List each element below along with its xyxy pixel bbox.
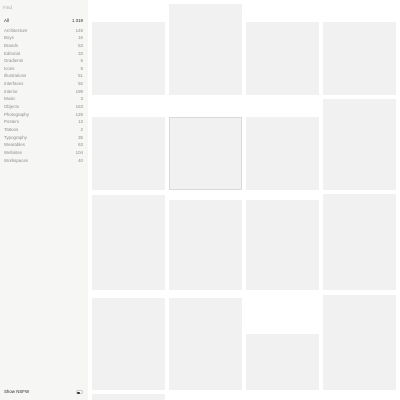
image-tile[interactable] <box>323 194 396 290</box>
image-tile[interactable] <box>169 117 242 190</box>
category-label: Typography <box>4 134 27 140</box>
image-tile[interactable] <box>92 195 165 290</box>
category-item-interior[interactable]: Interior 189 <box>0 88 88 96</box>
category-item-brands[interactable]: Brands 53 <box>0 42 88 50</box>
category-count: 3 <box>80 96 83 102</box>
image-tile[interactable] <box>323 295 396 390</box>
category-label: Illustrations <box>4 73 27 79</box>
nsfw-setting: Show NSFW <box>0 388 88 396</box>
category-label: Brands <box>4 42 18 48</box>
category-label: All <box>4 18 9 23</box>
category-count: 35 <box>78 134 83 140</box>
image-tile[interactable] <box>92 298 165 390</box>
image-tile[interactable] <box>169 4 242 95</box>
category-label: Interior <box>4 88 18 94</box>
category-label: Tattoos <box>4 126 19 132</box>
category-count: 63 <box>78 142 83 148</box>
category-label: Gradients <box>4 58 24 64</box>
image-tile[interactable] <box>246 22 319 95</box>
image-tile[interactable] <box>246 117 319 190</box>
category-item-boys[interactable]: Boys 16 <box>0 34 88 42</box>
category-label: Websites <box>4 149 22 155</box>
category-label: Objects <box>4 104 19 110</box>
category-item-typography[interactable]: Typography 35 <box>0 134 88 142</box>
image-tile[interactable] <box>323 22 396 95</box>
search-input[interactable] <box>3 2 83 12</box>
category-label: Music <box>4 96 16 102</box>
category-list: All 1 319 Architecture 148 Boys 16 Brand… <box>0 17 88 164</box>
nsfw-toggle[interactable] <box>76 390 83 395</box>
category-count: 13 <box>78 119 83 125</box>
category-count: 163 <box>75 104 83 110</box>
category-label: Photography <box>4 111 29 117</box>
category-label: Editorial <box>4 50 20 56</box>
image-grid <box>88 0 400 400</box>
nsfw-label: Show NSFW <box>4 389 30 394</box>
category-item-wearables[interactable]: Wearables 63 <box>0 141 88 149</box>
sidebar: All 1 319 Architecture 148 Boys 16 Brand… <box>0 0 88 400</box>
category-item-posters[interactable]: Posters 13 <box>0 118 88 126</box>
category-item-interfaces[interactable]: Interfaces 92 <box>0 80 88 88</box>
image-tile[interactable] <box>169 200 242 290</box>
app: All 1 319 Architecture 148 Boys 16 Brand… <box>0 0 400 400</box>
category-item-music[interactable]: Music 3 <box>0 95 88 103</box>
category-count: 6 <box>80 58 83 64</box>
image-tile[interactable] <box>323 99 396 190</box>
category-count: 1 319 <box>72 18 83 23</box>
category-count: 33 <box>78 50 83 56</box>
category-count: 92 <box>78 81 83 87</box>
category-item-editorial[interactable]: Editorial 33 <box>0 50 88 58</box>
category-item-photography[interactable]: Photography 128 <box>0 111 88 119</box>
category-item-websites[interactable]: Websites 104 <box>0 149 88 157</box>
category-count: 104 <box>75 149 83 155</box>
image-tile[interactable] <box>246 334 319 390</box>
category-item-workspaces[interactable]: Workspaces 40 <box>0 157 88 165</box>
category-label: Icons <box>4 65 15 71</box>
category-label: Wearables <box>4 142 25 148</box>
category-item-gradients[interactable]: Gradients 6 <box>0 57 88 65</box>
category-item-objects[interactable]: Objects 163 <box>0 103 88 111</box>
category-item-illustrations[interactable]: Illustrations 51 <box>0 72 88 80</box>
category-label: Architecture <box>4 27 28 33</box>
image-tile[interactable] <box>92 394 165 400</box>
category-item-icons[interactable]: Icons 8 <box>0 65 88 73</box>
category-label: Posters <box>4 119 19 125</box>
category-count: 16 <box>78 35 83 41</box>
category-label: Boys <box>4 35 14 41</box>
category-count: 40 <box>78 157 83 163</box>
category-label: Workspaces <box>4 157 29 163</box>
category-count: 51 <box>78 73 83 79</box>
category-count: 2 <box>80 126 83 132</box>
category-count: 189 <box>75 88 83 94</box>
category-count: 53 <box>78 42 83 48</box>
category-item-architecture[interactable]: Architecture 148 <box>0 27 88 35</box>
category-item-tattoos[interactable]: Tattoos 2 <box>0 126 88 134</box>
category-item-all[interactable]: All 1 319 <box>0 17 88 25</box>
toggle-knob <box>77 391 80 395</box>
image-tile[interactable] <box>92 22 165 95</box>
image-tile[interactable] <box>169 298 242 390</box>
category-label: Interfaces <box>4 81 24 87</box>
category-count: 148 <box>75 27 83 33</box>
category-count: 8 <box>80 65 83 71</box>
image-tile[interactable] <box>246 200 319 290</box>
category-count: 128 <box>75 111 83 117</box>
image-tile[interactable] <box>92 117 165 190</box>
